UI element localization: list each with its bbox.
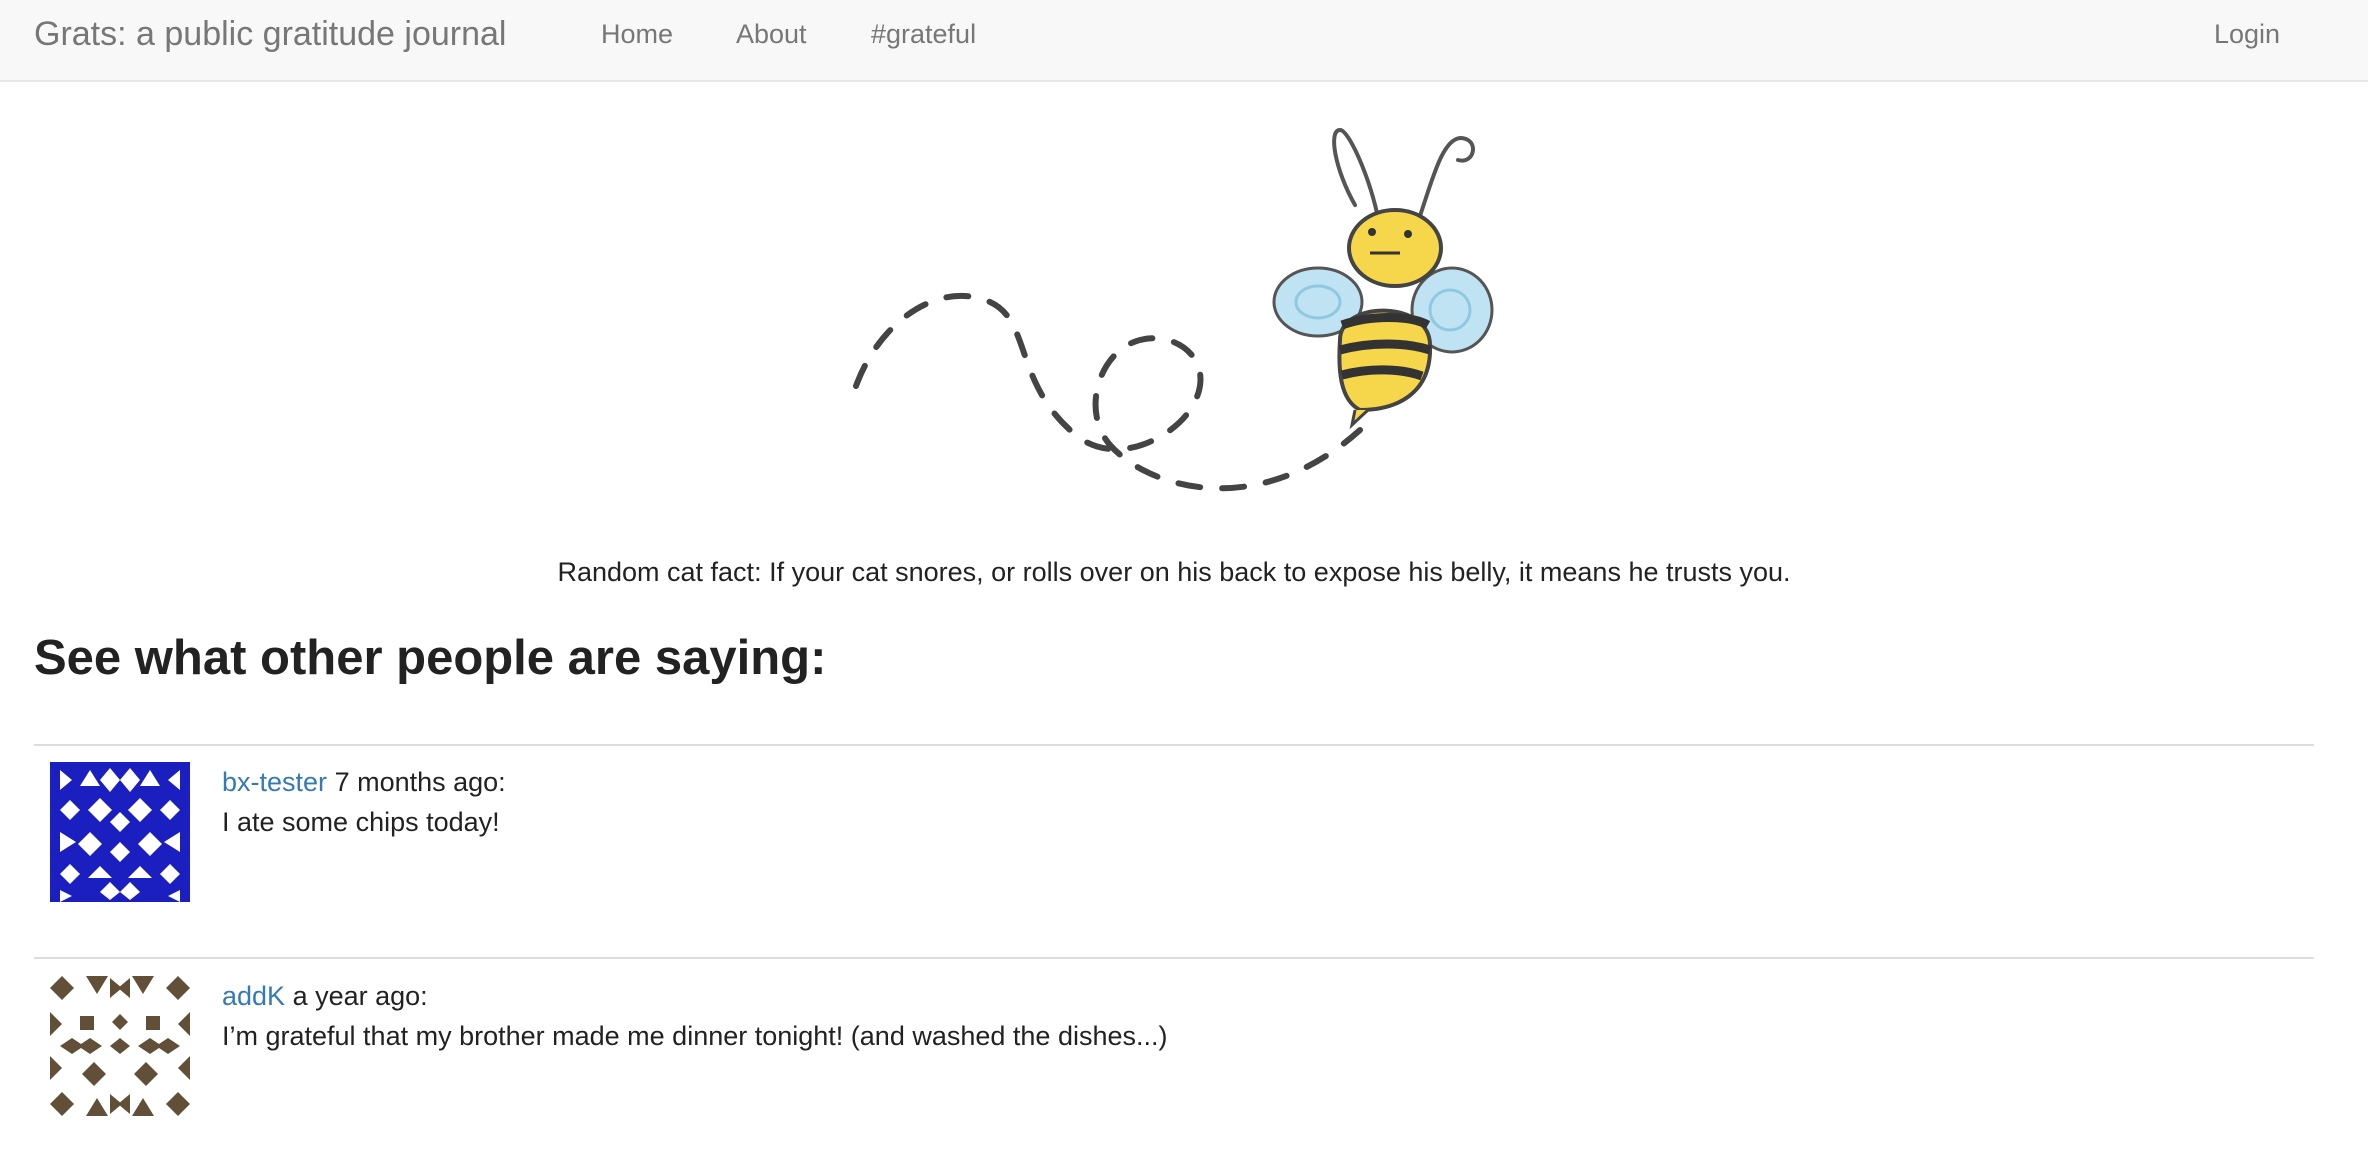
post-header: addK a year ago: [222, 976, 428, 1016]
nav-about-link[interactable]: About [736, 18, 807, 50]
post-text: I ate some chips today! [222, 807, 500, 837]
bee-illustration [840, 110, 1500, 530]
user-avatar-identicon[interactable] [50, 976, 190, 1116]
brand-link[interactable]: Grats: a public gratitude journal [34, 14, 506, 54]
nav-home-link[interactable]: Home [601, 18, 673, 50]
post-username-link[interactable]: addK [222, 981, 285, 1011]
post-timestamp: a year ago: [292, 981, 428, 1011]
post-timestamp: 7 months ago: [334, 767, 506, 797]
divider [34, 957, 2314, 959]
post-username-link[interactable]: bx-tester [222, 767, 327, 797]
top-navbar: Grats: a public gratitude journal Home A… [0, 0, 2368, 82]
feed-post: addK a year ago: I’m grateful that my br… [50, 976, 2310, 1126]
nav-grateful-link[interactable]: #grateful [871, 18, 976, 50]
login-link[interactable]: Login [2214, 18, 2280, 50]
post-header: bx-tester 7 months ago: [222, 762, 506, 802]
feed-post: bx-tester 7 months ago: I ate some chips… [50, 762, 2310, 912]
bee-flying-icon [853, 127, 1494, 492]
cat-fact-text: Random cat fact: If your cat snores, or … [557, 557, 1791, 587]
feed-heading: See what other people are saying: [34, 631, 827, 685]
divider [34, 744, 2314, 746]
post-text: I’m grateful that my brother made me din… [222, 1021, 1168, 1051]
user-avatar-identicon[interactable] [50, 762, 190, 902]
